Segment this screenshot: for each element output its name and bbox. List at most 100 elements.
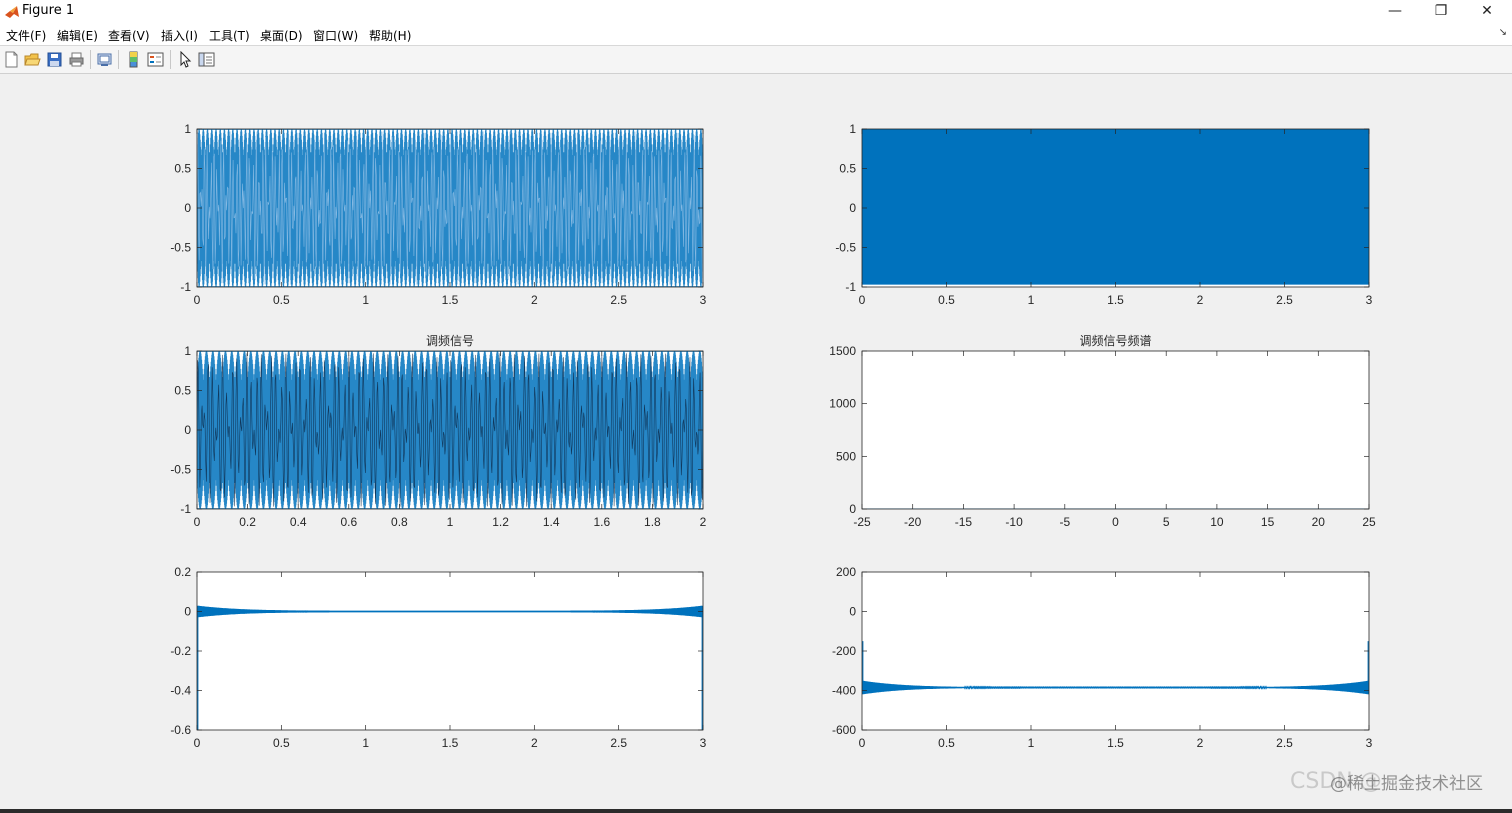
subplot-1: 0 0.5 1 1.5 2 2.5 3 -1 -0.5 0 0.5 1 (170, 122, 706, 307)
menu-window[interactable]: 窗口(W) (313, 27, 358, 44)
y-tick-label: 1 (849, 122, 856, 136)
pointer-icon[interactable] (177, 51, 194, 68)
x-tick-label: 0 (194, 515, 201, 529)
x-tick-label: 0.5 (938, 736, 955, 750)
subplot-title: 调频信号 (426, 334, 474, 348)
x-tick-label: 3 (1366, 293, 1373, 307)
y-tick-label: 1 (184, 344, 191, 358)
x-tick-label: 1 (447, 515, 454, 529)
y-tick-label: -600 (832, 723, 856, 737)
new-figure-icon[interactable] (3, 51, 20, 68)
x-tick-label: 0.5 (273, 736, 290, 750)
y-tick-label: 0.5 (174, 162, 191, 176)
save-icon[interactable] (46, 51, 63, 68)
x-tick-label: 2 (531, 293, 538, 307)
property-inspector-icon[interactable] (198, 51, 215, 68)
x-tick-label: 1.8 (644, 515, 661, 529)
x-tick-label: 2 (531, 736, 538, 750)
figure-canvas: 0 0.5 1 1.5 2 2.5 3-1-0.500.510 0.5 1 1.5 2 2.5 3-1-… (170, 122, 1376, 750)
subplot-6: 0 0.5 1 1.5 2 2.5 3 -600 -400 -200 0 200 (832, 565, 1373, 750)
x-tick-label: 0.6 (340, 515, 357, 529)
subplot-5: 0 0.5 1 1.5 2 2.5 3 -0.6 -0.4 -0.2 0 0.2 (170, 565, 706, 750)
y-tick-label: 0 (849, 605, 856, 619)
x-tick-label: 1.5 (442, 736, 459, 750)
x-tick-label: -25 (853, 515, 871, 529)
y-tick-label: -0.5 (170, 463, 191, 477)
x-tick-label: 0 (859, 736, 866, 750)
x-tick-label: 0.5 (938, 293, 955, 307)
print-preview-icon[interactable] (96, 51, 113, 68)
x-tick-label: 1 (1028, 293, 1035, 307)
x-tick-label: 25 (1362, 515, 1376, 529)
x-tick-label: 1.2 (492, 515, 509, 529)
subplot-3: 0 0.2 0.4 0.6 0.8 1 1.2 1.4 1.6 1.8 2 -1 -0.5 0 0.5 1 调频… (170, 334, 706, 529)
menu-file[interactable]: 文件(F) (6, 27, 46, 44)
x-tick-label: -15 (955, 515, 973, 529)
plot-area (197, 129, 703, 287)
toolbar-separator (90, 50, 91, 69)
x-tick-label: 2.5 (610, 293, 627, 307)
subplot-title: 调频信号频谱 (1079, 334, 1151, 348)
open-file-icon[interactable] (24, 51, 41, 68)
x-tick-label: 0 (859, 293, 866, 307)
y-tick-label: 1 (184, 122, 191, 136)
y-tick-label: 0 (849, 201, 856, 215)
y-tick-label: -0.5 (835, 241, 856, 255)
x-tick-label: 2 (700, 515, 707, 529)
y-tick-label: -0.2 (170, 644, 191, 658)
minimize-button[interactable]: — (1372, 0, 1418, 24)
menu-help[interactable]: 帮助(H) (369, 27, 411, 44)
y-tick-label: 0 (849, 502, 856, 516)
x-tick-label: 3 (1366, 736, 1373, 750)
y-tick-label: -400 (832, 684, 856, 698)
series-band (862, 129, 1369, 285)
x-tick-label: 0 (194, 736, 201, 750)
x-tick-label: 3 (700, 736, 707, 750)
x-tick-label: 1.5 (442, 293, 459, 307)
subplot-4: -25 -20 -15 -10 -5 0 5 10 15 20 25 0 500 1000 1500 调频信号… (829, 334, 1376, 529)
x-tick-label: 0 (1112, 515, 1119, 529)
y-tick-label: -0.5 (170, 241, 191, 255)
x-tick-label: 15 (1261, 515, 1275, 529)
x-tick-label: 1 (1028, 736, 1035, 750)
title-bar: Figure 1 — ❐ ✕ (0, 0, 1512, 24)
toolbar (0, 45, 1512, 74)
y-tick-label: 0 (184, 201, 191, 215)
dock-arrow-icon[interactable]: ↘ (1499, 27, 1507, 38)
menu-insert[interactable]: 插入(I) (161, 27, 198, 44)
axes-background (862, 351, 1369, 509)
x-tick-label: 1 (362, 293, 369, 307)
maximize-button[interactable]: ❐ (1418, 0, 1464, 24)
x-tick-label: 3 (700, 293, 707, 307)
legend-icon[interactable] (147, 51, 164, 68)
y-tick-label: -1 (180, 280, 191, 294)
x-tick-label: 0.8 (391, 515, 408, 529)
axes-background (197, 572, 703, 730)
x-tick-label: 1.5 (1107, 293, 1124, 307)
x-tick-label: 2.5 (1276, 736, 1293, 750)
print-icon[interactable] (68, 51, 85, 68)
plot-area (862, 129, 1369, 285)
menu-edit[interactable]: 编辑(E) (57, 27, 98, 44)
menu-view[interactable]: 查看(V) (108, 27, 150, 44)
menu-desktop[interactable]: 桌面(D) (260, 27, 303, 44)
y-tick-label: -1 (180, 502, 191, 516)
colorbar-icon[interactable] (125, 51, 142, 68)
close-button[interactable]: ✕ (1464, 0, 1510, 24)
y-tick-label: 0.5 (174, 384, 191, 398)
x-tick-label: 1 (362, 736, 369, 750)
y-tick-label: 500 (836, 449, 856, 463)
y-tick-label: 1000 (829, 397, 856, 411)
y-tick-label: 200 (836, 565, 856, 579)
x-tick-label: 10 (1210, 515, 1224, 529)
y-tick-label: -1 (845, 280, 856, 294)
x-tick-label: 2.5 (1276, 293, 1293, 307)
y-tick-label: -200 (832, 644, 856, 658)
y-tick-label: -0.6 (170, 723, 191, 737)
x-tick-label: 2 (1197, 293, 1204, 307)
x-tick-label: 0.2 (239, 515, 256, 529)
menu-bar: 文件(F) 编辑(E) 查看(V) 插入(I) 工具(T) 桌面(D) 窗口(W… (0, 24, 1512, 45)
x-tick-label: 0 (194, 293, 201, 307)
menu-tools[interactable]: 工具(T) (209, 27, 250, 44)
y-tick-label: 1500 (829, 344, 856, 358)
